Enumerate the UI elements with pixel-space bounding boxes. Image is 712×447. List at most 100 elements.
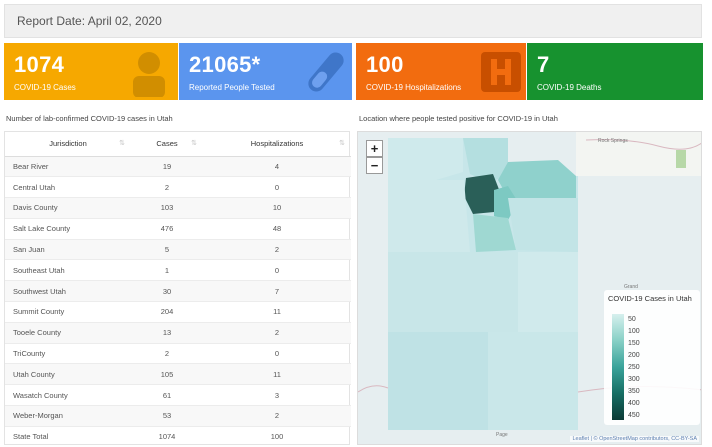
hospitalizations-value: 100 bbox=[366, 52, 404, 77]
jurisdiction-cell: Weber-Morgan bbox=[5, 405, 131, 427]
cases-cell: 103 bbox=[131, 197, 203, 219]
zoom-out-button[interactable]: − bbox=[366, 157, 383, 174]
cases-column-header[interactable]: Cases ⇅ bbox=[131, 132, 203, 157]
legend-tick: 50 bbox=[628, 316, 636, 323]
cases-cell: 1074 bbox=[131, 426, 203, 447]
legend-tick: 150 bbox=[628, 340, 640, 347]
jurisdiction-cell: San Juan bbox=[5, 239, 131, 261]
hospitalizations-cell: 0 bbox=[203, 176, 351, 199]
legend-tick: 200 bbox=[628, 352, 640, 359]
jurisdiction-cell: TriCounty bbox=[5, 343, 131, 365]
cases-card: 1074 COVID-19 Cases bbox=[4, 43, 178, 100]
table-row: San Juan 5 2 bbox=[5, 239, 351, 261]
deaths-label: COVID-19 Deaths bbox=[537, 83, 602, 92]
hospitalizations-cell: 3 bbox=[203, 384, 351, 407]
table-row: Central Utah 2 0 bbox=[5, 176, 351, 199]
map-region bbox=[388, 332, 488, 430]
table-row: Tooele County 13 2 bbox=[5, 322, 351, 344]
hospitalizations-cell: 2 bbox=[203, 405, 351, 427]
jurisdiction-cell: Central Utah bbox=[5, 176, 131, 199]
table-row: Southeast Utah 1 0 bbox=[5, 259, 351, 282]
table-row: Southwest Utah 30 7 bbox=[5, 280, 351, 303]
test-tube-icon bbox=[308, 52, 344, 92]
sort-icon[interactable]: ⇅ bbox=[119, 139, 125, 147]
jurisdiction-cell: Davis County bbox=[5, 197, 131, 219]
legend-tick: 450 bbox=[628, 412, 640, 419]
jurisdiction-cell: State Total bbox=[5, 426, 131, 447]
cases-cell: 204 bbox=[131, 301, 203, 323]
tested-card: 21065* Reported People Tested bbox=[179, 43, 352, 100]
hospitalizations-cell: 4 bbox=[203, 156, 351, 178]
cases-cell: 1 bbox=[131, 259, 203, 282]
cases-cell: 30 bbox=[131, 280, 203, 303]
table-title: Number of lab-confirmed COVID-19 cases i… bbox=[6, 114, 173, 123]
jurisdiction-cell: Salt Lake County bbox=[5, 218, 131, 240]
hospitalizations-label: COVID-19 Hospitalizations bbox=[366, 83, 462, 92]
hospital-icon bbox=[481, 52, 521, 92]
utah-map[interactable]: Rock Springs Grand Page + − COVID-19 Cas… bbox=[357, 131, 702, 445]
map-region bbox=[388, 180, 470, 252]
cases-cell: 105 bbox=[131, 363, 203, 386]
hospitalizations-cell: 11 bbox=[203, 363, 351, 386]
deaths-card: 7 COVID-19 Deaths bbox=[527, 43, 703, 100]
map-region bbox=[508, 198, 578, 252]
map-region bbox=[388, 252, 518, 332]
sort-icon[interactable]: ⇅ bbox=[339, 139, 345, 147]
legend-color-scale bbox=[612, 314, 624, 420]
map-title: Location where people tested positive fo… bbox=[359, 114, 558, 123]
legend-tick: 400 bbox=[628, 400, 640, 407]
table-row: Wasatch County 61 3 bbox=[5, 384, 351, 407]
person-icon bbox=[133, 52, 165, 97]
legend-tick: 250 bbox=[628, 364, 640, 371]
legend-tick: 300 bbox=[628, 376, 640, 383]
table-row: Bear River 19 4 bbox=[5, 156, 351, 178]
cases-cell: 476 bbox=[131, 218, 203, 240]
hospitalizations-cell: 0 bbox=[203, 343, 351, 365]
table-row: Summit County 204 11 bbox=[5, 301, 351, 323]
zoom-in-button[interactable]: + bbox=[366, 140, 383, 157]
hospitalizations-cell: 0 bbox=[203, 259, 351, 282]
cases-cell: 13 bbox=[131, 322, 203, 344]
table-row: TriCounty 2 0 bbox=[5, 343, 351, 365]
hospitalizations-column-header[interactable]: Hospitalizations ⇅ bbox=[203, 132, 351, 157]
legend-tick: 100 bbox=[628, 328, 640, 335]
table-row: Salt Lake County 476 48 bbox=[5, 218, 351, 240]
jurisdiction-cell: Bear River bbox=[5, 156, 131, 178]
hospitalizations-cell: 10 bbox=[203, 197, 351, 219]
hospitalizations-cell: 2 bbox=[203, 322, 351, 344]
jurisdiction-column-header[interactable]: Jurisdiction ⇅ bbox=[5, 132, 131, 157]
report-date-bar: Report Date: April 02, 2020 bbox=[4, 4, 702, 38]
jurisdiction-cell: Wasatch County bbox=[5, 384, 131, 407]
table-header-row: Jurisdiction ⇅ Cases ⇅ Hospitalizations ⇅ bbox=[5, 132, 351, 157]
cases-cell: 61 bbox=[131, 384, 203, 407]
jurisdiction-cell: Tooele County bbox=[5, 322, 131, 344]
hospitalizations-cell: 48 bbox=[203, 218, 351, 240]
table-row: Weber-Morgan 53 2 bbox=[5, 405, 351, 427]
cases-cell: 2 bbox=[131, 343, 203, 365]
deaths-value: 7 bbox=[537, 52, 550, 77]
hospitalizations-card: 100 COVID-19 Hospitalizations bbox=[356, 43, 526, 100]
table-row-total: State Total 1074 100 bbox=[5, 426, 351, 447]
map-attribution[interactable]: Leaflet | © OpenStreetMap contributors, … bbox=[570, 436, 699, 442]
jurisdiction-cell: Southwest Utah bbox=[5, 280, 131, 303]
jurisdiction-cell: Utah County bbox=[5, 363, 131, 386]
cases-cell: 53 bbox=[131, 405, 203, 427]
jurisdiction-cell: Summit County bbox=[5, 301, 131, 323]
hospitalizations-cell: 11 bbox=[203, 301, 351, 323]
cases-table: Jurisdiction ⇅ Cases ⇅ Hospitalizations ⇅ B… bbox=[4, 131, 351, 447]
legend-title: COVID-19 Cases in Utah bbox=[608, 294, 692, 303]
hospitalizations-cell: 100 bbox=[203, 426, 351, 447]
place-label: Rock Springs bbox=[598, 138, 628, 144]
cases-label: COVID-19 Cases bbox=[14, 83, 76, 92]
tested-value: 21065* bbox=[189, 52, 261, 77]
place-label: Page bbox=[496, 432, 508, 438]
cases-cell: 5 bbox=[131, 239, 203, 261]
hospitalizations-cell: 7 bbox=[203, 280, 351, 303]
map-region bbox=[388, 138, 463, 180]
map-legend: COVID-19 Cases in Utah 50 100 150 200 25… bbox=[604, 290, 700, 425]
cases-cell: 19 bbox=[131, 156, 203, 178]
hospitalizations-cell: 2 bbox=[203, 239, 351, 261]
cases-value: 1074 bbox=[14, 52, 65, 77]
sort-icon[interactable]: ⇅ bbox=[191, 139, 197, 147]
cases-cell: 2 bbox=[131, 176, 203, 199]
